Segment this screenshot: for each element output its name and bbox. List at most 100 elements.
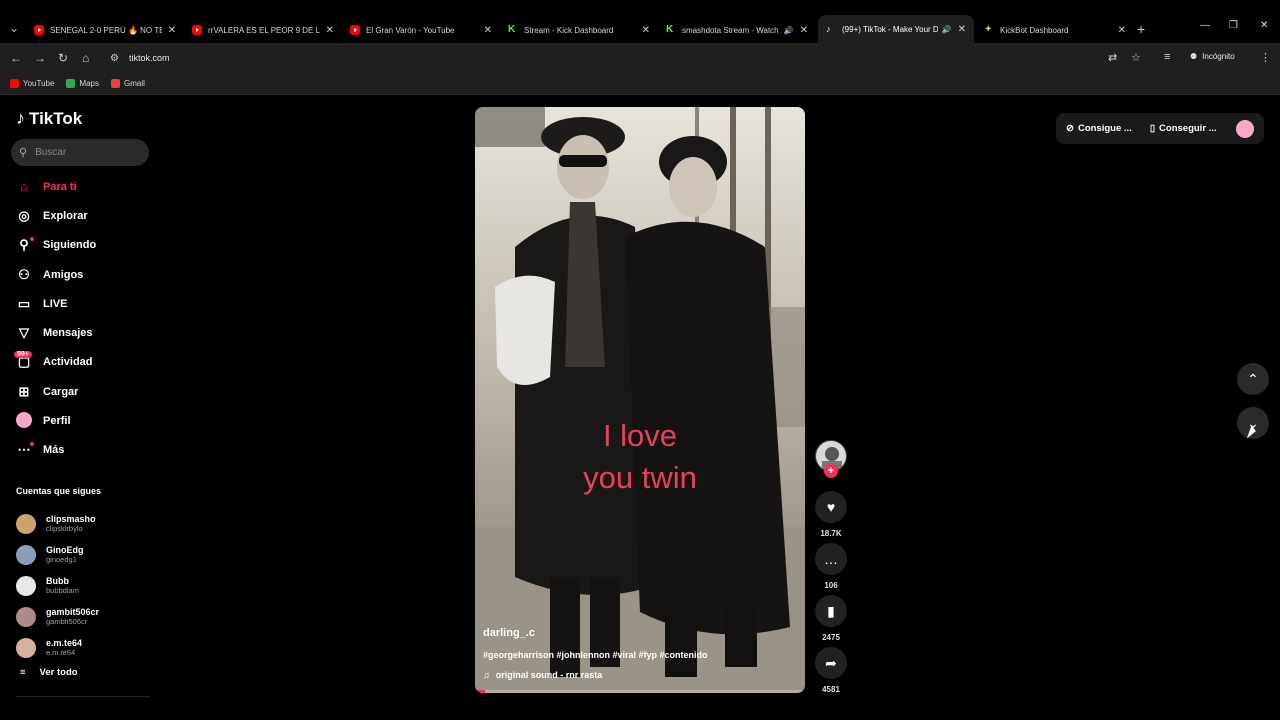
overlay-line-2: you twin	[583, 460, 697, 495]
youtube-icon	[34, 25, 44, 35]
user-avatar[interactable]	[1236, 119, 1254, 138]
sidebar-item-live[interactable]: ▭ LIVE	[0, 289, 160, 318]
sidebar-item-amigos[interactable]: ⚇ Amigos	[0, 260, 160, 289]
home-icon[interactable]: ⌂	[82, 51, 89, 65]
forward-icon[interactable]: →	[34, 51, 46, 65]
avatar	[16, 575, 36, 596]
get-app-label: Conseguir ...	[1159, 123, 1217, 134]
account-handle: clipsklrbylo	[46, 524, 83, 533]
close-tab-icon[interactable]: ✕	[484, 25, 492, 36]
sidebar-item-cargar[interactable]: ⊞ Cargar	[0, 377, 160, 406]
top-right-bar: ⊘ Consigue ... ▯ Conseguir ...	[1056, 113, 1264, 144]
site-info-icon[interactable]: ⚙	[110, 53, 119, 64]
sidebar-item-más[interactable]: ⋯ Más	[0, 436, 160, 465]
like-action[interactable]: ♥ 18.7K	[815, 491, 847, 538]
reload-icon[interactable]: ↻	[58, 51, 68, 65]
bookmark-label: YouTube	[23, 79, 55, 88]
search-box[interactable]: ⚲	[11, 139, 149, 166]
browser-tab[interactable]: K Stream - Kick Dashboard ✕	[500, 18, 658, 42]
browser-tab[interactable]: rrVALERA ES EL PEOR 9 DE LA ✕	[184, 18, 342, 42]
sidebar-item-mensajes[interactable]: ▽ Mensajes	[0, 318, 160, 347]
close-tab-icon[interactable]: ✕	[958, 24, 966, 35]
video-player[interactable]: I love you twin darling_.c #georgeharris…	[475, 107, 805, 693]
share-icon[interactable]: ➦	[815, 647, 847, 679]
following-account[interactable]: GinoEdg ginoedg1	[16, 539, 156, 570]
translate-icon[interactable]: ⇄	[1108, 51, 1117, 64]
coin-icon: ⊘	[1066, 123, 1074, 134]
get-app-button[interactable]: ▯ Conseguir ...	[1150, 123, 1217, 134]
video-author[interactable]: darling_.c	[483, 627, 535, 639]
url-text[interactable]: tiktok.com	[129, 53, 170, 63]
speaker-icon[interactable]: 🔊	[942, 25, 952, 34]
account-text: e.m.te64 e.m.te64	[46, 638, 82, 657]
address-bar[interactable]: ⚙ tiktok.com	[104, 47, 1154, 69]
see-all-button[interactable]: ≡ Ver todo	[20, 667, 78, 678]
close-tab-icon[interactable]: ✕	[168, 25, 176, 36]
close-tab-icon[interactable]: ✕	[1118, 25, 1126, 36]
sidebar-nav: ⌂ Para ti ◎ Explorar ⚲ Siguiendo ⚇ Amigos ▭ LIVE ▽…	[0, 172, 160, 465]
browser-tab[interactable]: El Gran Varón - YouTube ✕	[342, 18, 500, 42]
following-account[interactable]: clipsmasho clipsklrbylo	[16, 508, 156, 539]
heart-icon[interactable]: ♥	[815, 491, 847, 523]
comment-action[interactable]: … 106	[815, 543, 847, 590]
browser-tab[interactable]: ♪ (99+) TikTok - Make Your D 🔊 ✕	[818, 15, 974, 43]
video-frame-image	[475, 107, 805, 693]
follow-plus-button[interactable]: +	[824, 464, 838, 478]
search-icon: ⚲	[19, 147, 28, 159]
video-sound[interactable]: ♫ original sound - rnr rasta	[483, 670, 602, 680]
restore-icon[interactable]: ❐	[1229, 20, 1238, 31]
back-icon[interactable]: ←	[10, 51, 22, 65]
following-account[interactable]: Bubb bubbdlam	[16, 570, 156, 601]
comment-icon[interactable]: …	[815, 543, 847, 575]
messages-icon: ▽	[19, 325, 29, 341]
list-icon: ≡	[20, 667, 26, 678]
following-account[interactable]: gambit506cr gambit506cr	[16, 601, 156, 632]
sidebar-item-para-ti[interactable]: ⌂ Para ti	[0, 172, 160, 201]
bookmark-star-icon[interactable]: ☆	[1131, 51, 1141, 64]
account-text: clipsmasho clipsklrbylo	[46, 514, 96, 533]
browser-menu-icon[interactable]: ⋮	[1260, 51, 1271, 64]
previous-video-button[interactable]: ⌃	[1237, 363, 1269, 395]
browser-tab[interactable]: Ksmashdota Stream - Watch 🔊 ✕	[658, 18, 816, 42]
bookmark-maps[interactable]: Maps	[66, 79, 99, 88]
avatar	[16, 606, 36, 627]
save-action[interactable]: ▮ 2475	[815, 595, 847, 642]
sidebar-item-explorar[interactable]: ◎ Explorar	[0, 201, 160, 230]
close-tab-icon[interactable]: ✕	[326, 25, 334, 36]
incognito-indicator[interactable]: ⚉ Incógnito	[1190, 52, 1235, 61]
close-tab-icon[interactable]: ✕	[642, 25, 650, 36]
bookmark-gmail[interactable]: Gmail	[111, 79, 145, 88]
search-input[interactable]	[35, 147, 136, 158]
live-icon: ▭	[17, 295, 31, 311]
close-tab-icon[interactable]: ✕	[800, 25, 808, 36]
get-coins-button[interactable]: ⊘ Consigue ...	[1066, 123, 1132, 134]
account-name: GinoEdg	[46, 545, 84, 555]
video-progress-bar[interactable]	[475, 690, 805, 693]
account-name: clipsmasho	[46, 514, 96, 524]
account-text: GinoEdg ginoedg1	[46, 545, 84, 564]
new-tab-button[interactable]: +	[1137, 21, 1145, 37]
share-action[interactable]: ➦ 4581	[815, 647, 847, 694]
sidebar-item-label: LIVE	[43, 297, 68, 310]
bookmark-icon[interactable]: ▮	[815, 595, 847, 627]
browser-tab[interactable]: ✦ KickBot Dashboard ✕	[976, 18, 1134, 42]
sidebar-item-perfil[interactable]: Perfil	[0, 406, 160, 435]
following-title: Cuentas que sigues	[16, 486, 102, 496]
close-window-icon[interactable]: ✕	[1260, 20, 1268, 31]
tab-label: (99+) TikTok - Make Your D	[842, 24, 938, 34]
tiktok-logo[interactable]: ♪ TikTok	[16, 108, 82, 129]
bookmark-youtube[interactable]: YouTube	[10, 79, 54, 88]
sidebar-item-actividad[interactable]: ▢ Actividad 99+	[0, 348, 160, 377]
following-account[interactable]: e.m.te64 e.m.te64	[16, 632, 156, 663]
sidebar-item-siguiendo[interactable]: ⚲ Siguiendo	[0, 231, 160, 260]
minimize-icon[interactable]: —	[1200, 20, 1210, 31]
browser-tab[interactable]: SENEGAL 2-0 PERÚ 🔥 NO TENÍ ✕	[26, 18, 184, 42]
upload-icon: ⊞	[18, 383, 30, 399]
tab-search-icon[interactable]: ⌄	[6, 20, 22, 36]
video-hashtags[interactable]: #georgeharrison #johnlennon #viral #fyp …	[483, 650, 708, 660]
tiktok-note-icon: ♪	[16, 108, 25, 128]
reading-list-icon[interactable]: ≡	[1164, 51, 1170, 63]
speaker-icon[interactable]: 🔊	[784, 26, 794, 35]
youtube-icon	[10, 79, 19, 88]
account-name: e.m.te64	[46, 638, 83, 648]
